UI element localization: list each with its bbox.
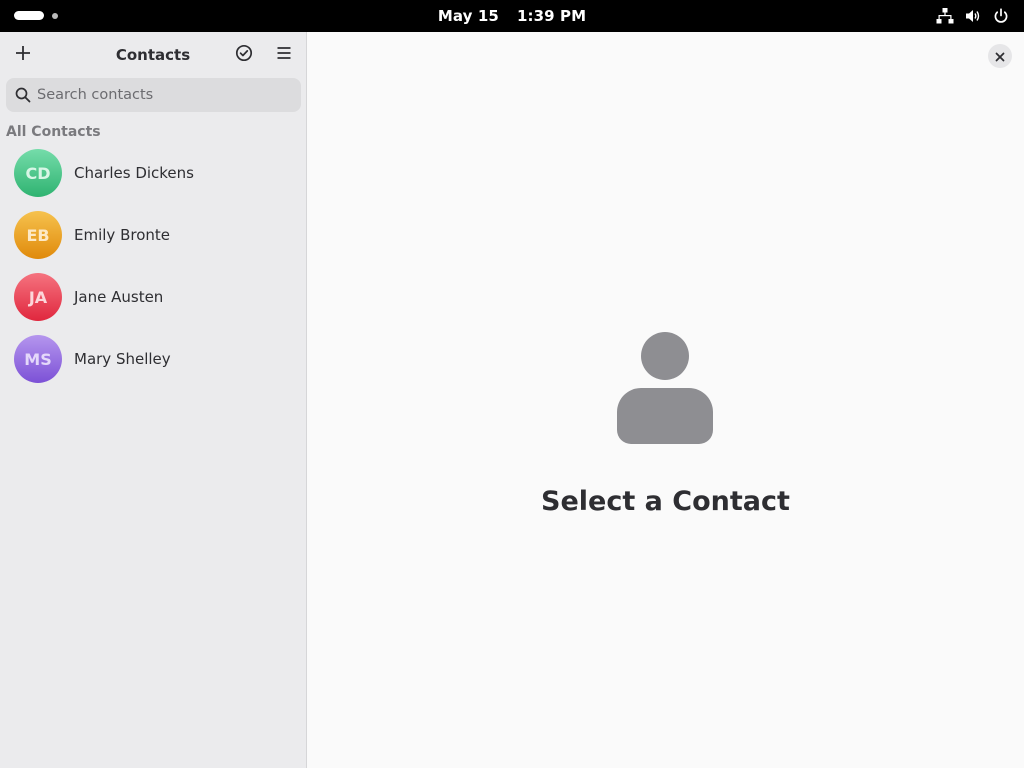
contact-name: Mary Shelley — [74, 350, 171, 368]
section-label: All Contacts — [6, 124, 101, 140]
network-icon[interactable] — [936, 7, 954, 25]
avatar: JA — [14, 273, 62, 321]
contact-detail-pane: Select a Contact — [307, 32, 1024, 768]
close-button[interactable] — [988, 44, 1012, 68]
contact-name: Jane Austen — [74, 288, 164, 306]
contacts-sidebar: Contacts All Contacts — [0, 32, 307, 768]
close-icon — [995, 47, 1005, 66]
contact-row[interactable]: JA Jane Austen — [0, 266, 306, 328]
avatar: CD — [14, 149, 62, 197]
contact-row[interactable]: EB Emily Bronte — [0, 204, 306, 266]
add-contact-button[interactable] — [7, 39, 39, 71]
avatar: EB — [14, 211, 62, 259]
contact-list: CD Charles Dickens EB Emily Bronte JA Ja… — [0, 142, 306, 390]
empty-state-title: Select a Contact — [541, 486, 790, 517]
power-icon[interactable] — [992, 7, 1010, 25]
select-icon — [235, 44, 253, 66]
person-icon — [617, 332, 713, 448]
search-icon — [15, 87, 31, 103]
clock-date[interactable]: May 15 — [438, 7, 499, 25]
main-menu-button[interactable] — [268, 39, 300, 71]
menu-icon — [276, 45, 292, 65]
sidebar-title: Contacts — [115, 46, 191, 64]
contact-name: Charles Dickens — [74, 164, 194, 182]
clock[interactable]: May 15 1:39 PM — [0, 0, 1024, 32]
contact-row[interactable]: CD Charles Dickens — [0, 142, 306, 204]
volume-icon[interactable] — [964, 7, 982, 25]
avatar: MS — [14, 335, 62, 383]
selection-mode-button[interactable] — [228, 39, 260, 71]
search-input[interactable] — [37, 87, 301, 103]
add-icon — [15, 45, 31, 65]
top-bar: May 15 1:39 PM — [0, 0, 1024, 32]
sidebar-header: Contacts — [0, 32, 306, 78]
contact-name: Emily Bronte — [74, 226, 170, 244]
search-bar[interactable] — [6, 78, 301, 112]
system-tray[interactable] — [936, 0, 1010, 32]
contact-row[interactable]: MS Mary Shelley — [0, 328, 306, 390]
clock-time[interactable]: 1:39 PM — [517, 7, 586, 25]
